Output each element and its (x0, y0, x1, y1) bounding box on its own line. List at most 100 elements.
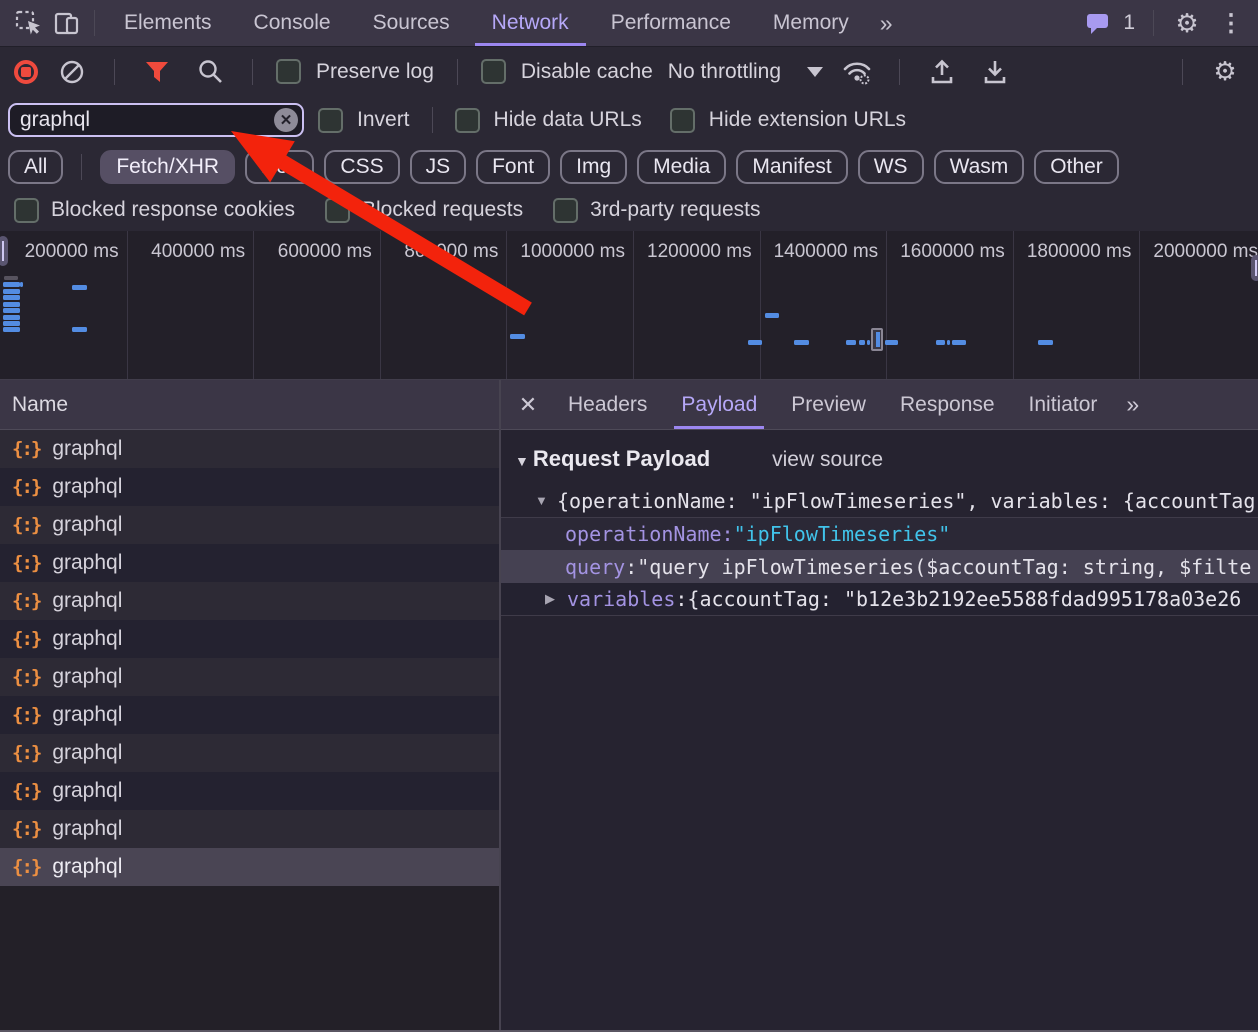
blocked-response-cookies-label: Blocked response cookies (51, 198, 295, 222)
payload-row[interactable]: ▼{operationName: "ipFlowTimeseries", var… (501, 484, 1258, 517)
view-source-link[interactable]: view source (772, 448, 883, 472)
device-toolbar-icon[interactable] (48, 5, 86, 41)
network-toolbar: Preserve log Disable cache No throttling (0, 47, 1258, 96)
request-name: graphql (52, 551, 122, 575)
3rd-party-requests-label: 3rd-party requests (590, 198, 760, 222)
hide-data-urls-checkbox[interactable] (455, 108, 480, 133)
filter-icon[interactable] (138, 54, 176, 90)
chip-all[interactable]: All (8, 150, 63, 184)
payload-row[interactable]: operationName: "ipFlowTimeseries" (501, 517, 1258, 550)
detail-tab-preview[interactable]: Preview (774, 380, 883, 429)
chip-other[interactable]: Other (1034, 150, 1119, 184)
detail-tab-initiator[interactable]: Initiator (1012, 380, 1115, 429)
timeline-tick-label: 600000 ms (278, 241, 372, 263)
payload-row[interactable]: query: "query ipFlowTimeseries($accountT… (501, 550, 1258, 583)
tab-memory[interactable]: Memory (752, 0, 870, 46)
chip-wasm[interactable]: Wasm (934, 150, 1025, 184)
detail-tab-payload[interactable]: Payload (664, 380, 774, 429)
name-column-header[interactable]: Name (0, 380, 499, 430)
chip-media[interactable]: Media (637, 150, 726, 184)
timeline-request-bar (867, 340, 870, 345)
request-row[interactable]: {:}graphql (0, 772, 499, 810)
more-detail-tabs-icon[interactable]: » (1114, 391, 1151, 418)
timeline-request-bar (3, 302, 20, 307)
3rd-party-requests-checkbox[interactable] (553, 198, 578, 223)
preserve-log-checkbox[interactable] (276, 59, 301, 84)
timeline-request-bar (885, 340, 898, 345)
timeline-request-bar (748, 340, 762, 345)
settings-gear-icon[interactable]: ⚙ (1168, 5, 1206, 41)
request-row[interactable]: {:}graphql (0, 506, 499, 544)
invert-checkbox[interactable] (318, 108, 343, 133)
timeline-request-bar (3, 321, 20, 326)
request-row[interactable]: {:}graphql (0, 848, 499, 886)
close-icon[interactable]: ✕ (505, 392, 551, 418)
tabbar-right: 1 ⚙ ⋮ (1079, 5, 1250, 41)
chip-ws[interactable]: WS (858, 150, 924, 184)
tab-network[interactable]: Network (471, 0, 590, 46)
filter-input[interactable] (8, 103, 304, 137)
request-row[interactable]: {:}graphql (0, 468, 499, 506)
inspect-element-icon[interactable] (10, 5, 48, 41)
hide-extension-urls-label: Hide extension URLs (709, 108, 906, 132)
network-conditions-icon[interactable] (838, 54, 876, 90)
collapse-triangle-icon[interactable]: ▼ (515, 453, 529, 469)
expander-icon[interactable]: ▼ (535, 493, 557, 508)
request-row[interactable]: {:}graphql (0, 620, 499, 658)
record-network-log-icon[interactable] (14, 60, 38, 84)
timeline-tick-label: 1800000 ms (1027, 241, 1132, 263)
chip-fetch-xhr[interactable]: Fetch/XHR (100, 150, 235, 184)
chip-manifest[interactable]: Manifest (736, 150, 847, 184)
json-file-icon: {:} (12, 476, 40, 498)
chip-doc[interactable]: Doc (245, 150, 314, 184)
overview-right-grip[interactable] (1251, 255, 1258, 281)
request-row[interactable]: {:}graphql (0, 430, 499, 468)
request-row[interactable]: {:} graphql (0, 582, 499, 620)
disable-cache-checkbox[interactable] (481, 59, 506, 84)
json-file-icon: {:} (12, 590, 40, 612)
network-settings-gear-icon[interactable]: ⚙ (1206, 54, 1244, 90)
request-row[interactable]: {:}graphql (0, 696, 499, 734)
chip-font[interactable]: Font (476, 150, 550, 184)
blocked-requests-checkbox[interactable] (325, 198, 350, 223)
divider (114, 59, 115, 85)
clear-filter-icon[interactable]: ✕ (274, 108, 298, 132)
timeline-request-bar (846, 340, 856, 345)
chip-css[interactable]: CSS (324, 150, 399, 184)
request-row[interactable]: {:}graphql (0, 734, 499, 772)
throttling-dropdown[interactable]: No throttling (668, 60, 823, 84)
request-name: graphql (52, 665, 122, 689)
request-row[interactable]: {:}graphql (0, 810, 499, 848)
tab-sources[interactable]: Sources (352, 0, 471, 46)
timeline-selected-marker (871, 328, 883, 351)
tab-performance[interactable]: Performance (590, 0, 752, 46)
expander-icon[interactable]: ▶ (545, 591, 567, 607)
tab-console[interactable]: Console (233, 0, 352, 46)
blocked-filters: Blocked response cookiesBlocked requests… (0, 189, 1258, 231)
import-har-icon[interactable] (923, 54, 961, 90)
chip-img[interactable]: Img (560, 150, 627, 184)
blocked-response-cookies-checkbox[interactable] (14, 198, 39, 223)
detail-tab-response[interactable]: Response (883, 380, 1012, 429)
main-tabbar: ElementsConsoleSourcesNetworkPerformance… (0, 0, 1258, 47)
issues-icon[interactable] (1079, 5, 1117, 41)
detail-tab-headers[interactable]: Headers (551, 380, 664, 429)
request-name: graphql (52, 589, 122, 613)
request-row[interactable]: {:}graphql (0, 544, 499, 582)
kebab-menu-icon[interactable]: ⋮ (1212, 5, 1250, 41)
payload-row[interactable]: ▶variables: {accountTag: "b12e3b2192ee55… (501, 583, 1258, 616)
search-icon[interactable] (191, 54, 229, 90)
overview-left-grip[interactable] (0, 236, 8, 266)
request-row[interactable]: {:}graphql (0, 658, 499, 696)
request-name: graphql (52, 513, 122, 537)
chip-js[interactable]: JS (410, 150, 467, 184)
more-panels-icon[interactable]: » (870, 10, 903, 37)
export-har-icon[interactable] (976, 54, 1014, 90)
timeline-gridline (506, 231, 507, 379)
hide-extension-urls-checkbox[interactable] (670, 108, 695, 133)
timeline-tick-label: 1400000 ms (774, 241, 879, 263)
throttling-value: No throttling (668, 60, 781, 84)
clear-network-log-icon[interactable] (53, 54, 91, 90)
network-overview[interactable]: 200000 ms400000 ms600000 ms800000 ms1000… (0, 231, 1258, 380)
tab-elements[interactable]: Elements (103, 0, 233, 46)
